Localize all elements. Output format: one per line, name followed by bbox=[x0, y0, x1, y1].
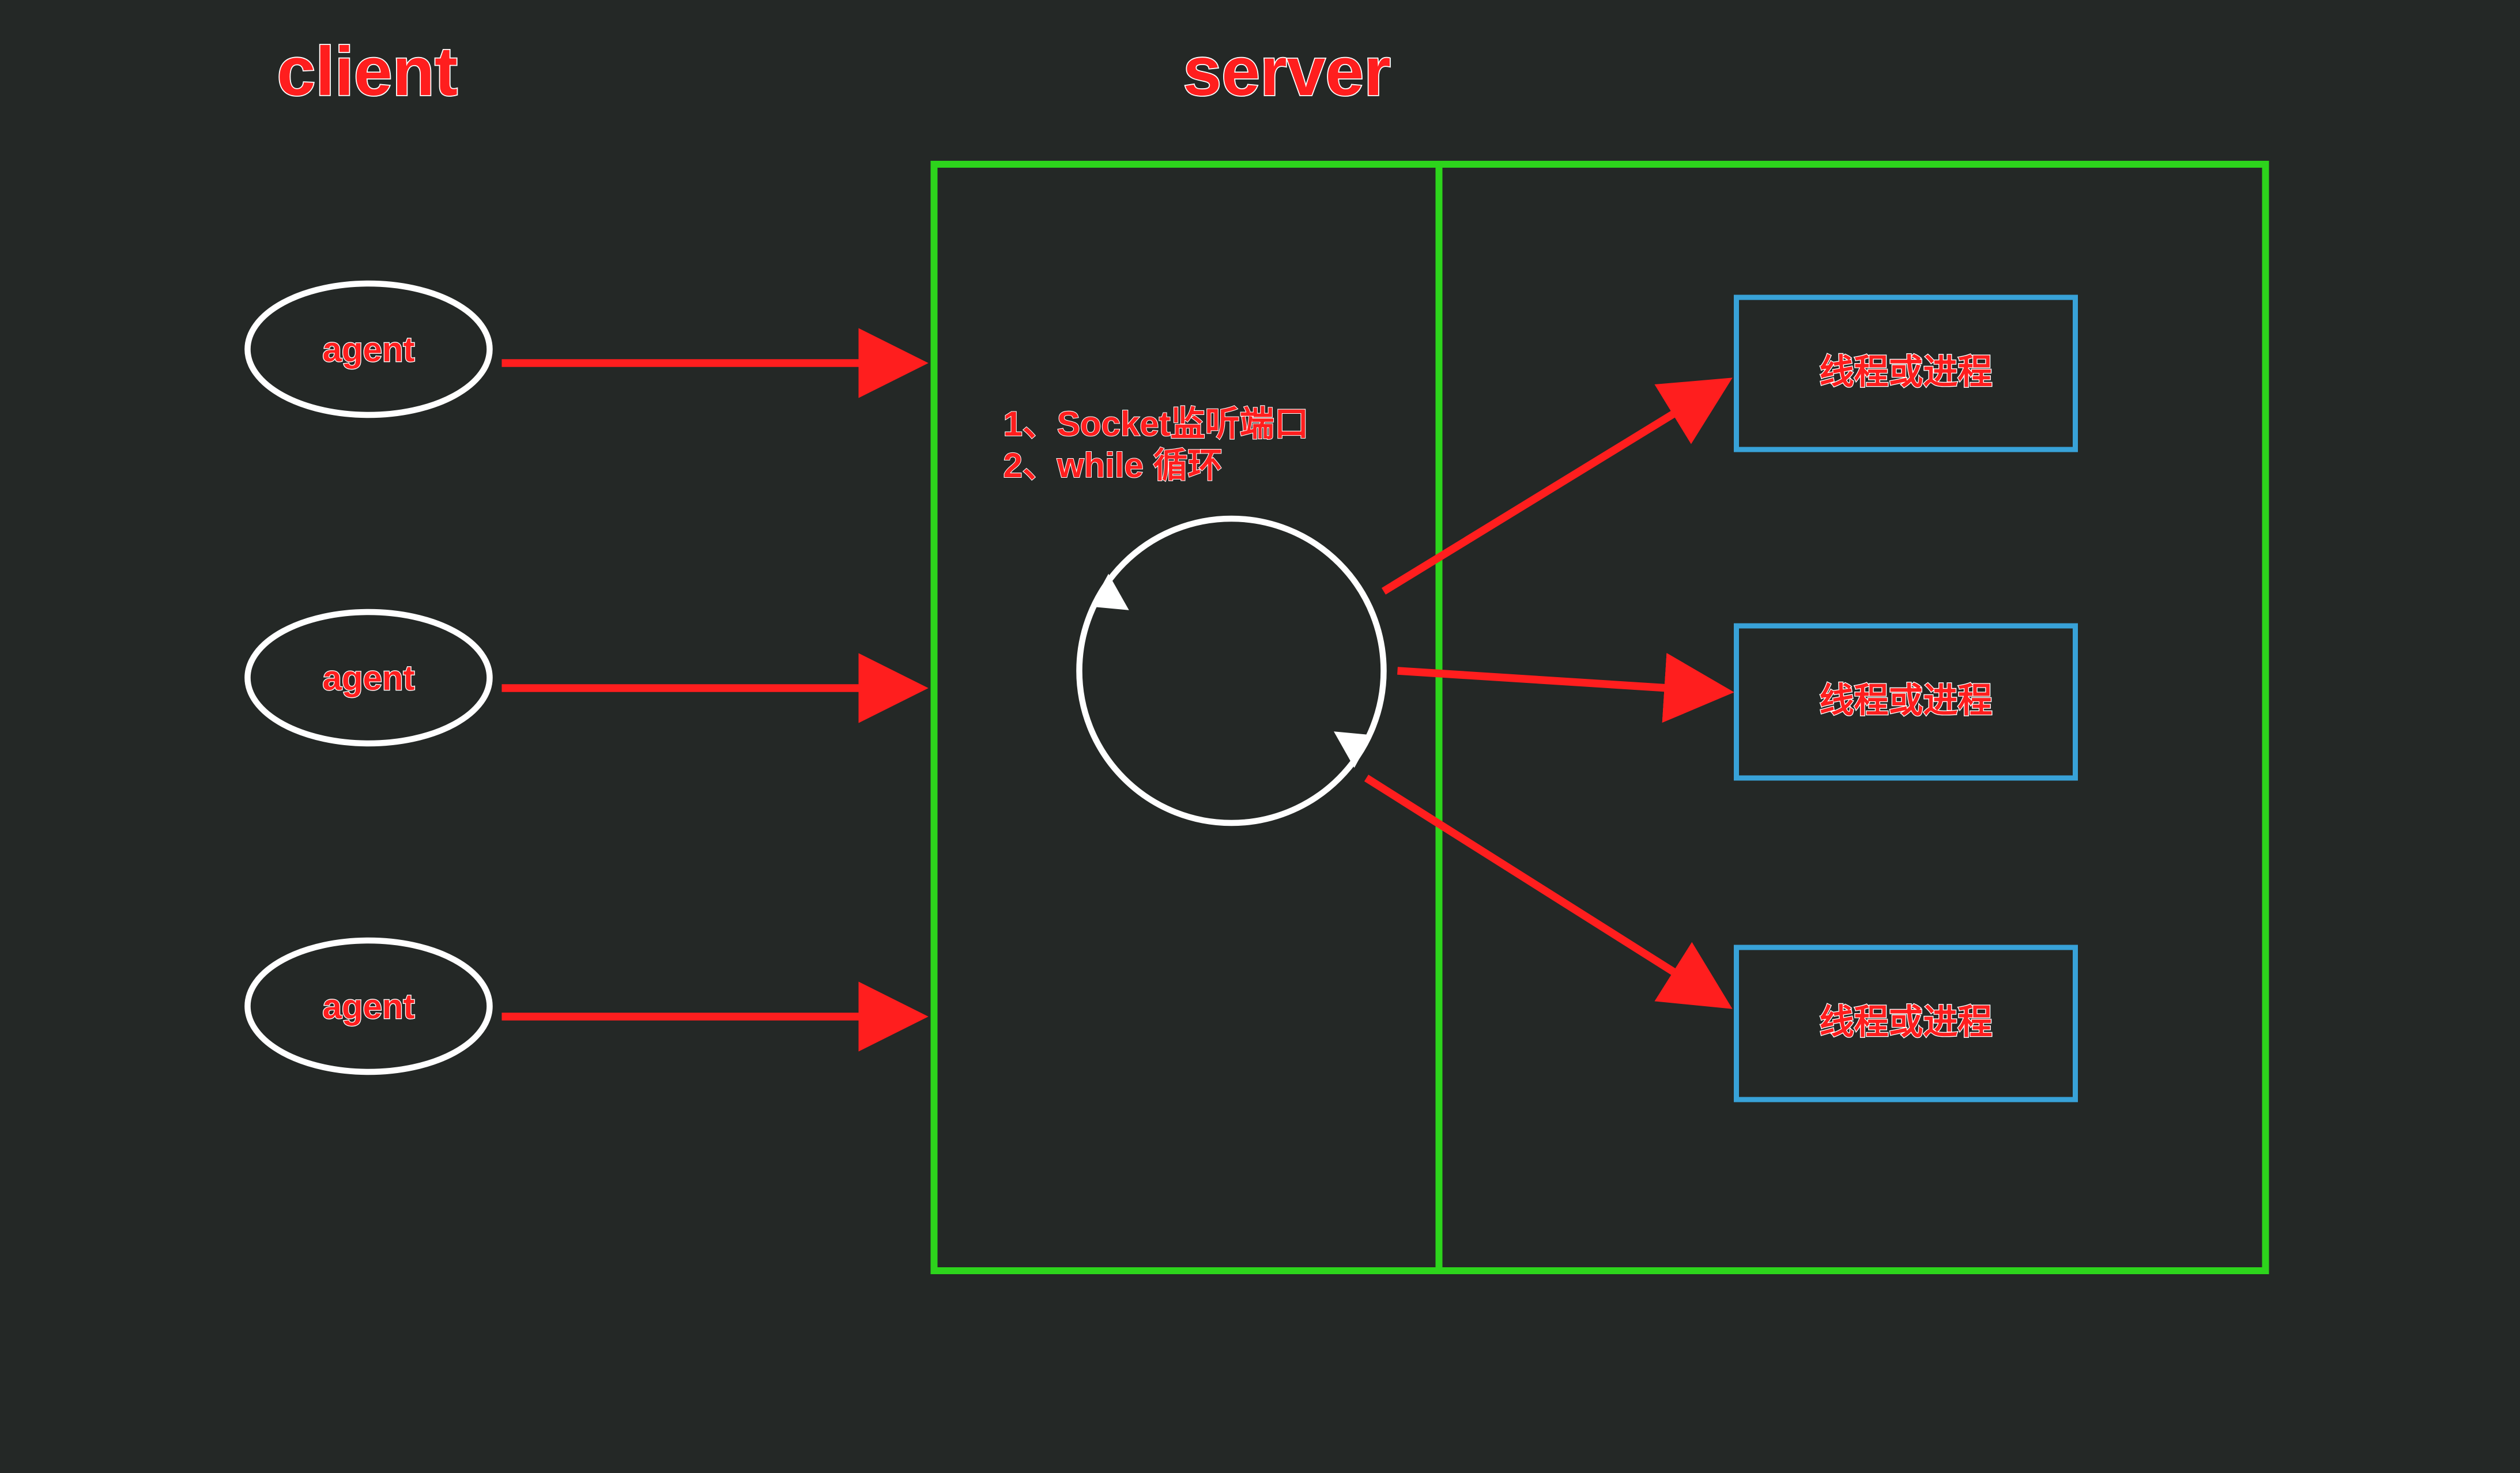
server-title: server bbox=[1183, 33, 1391, 110]
agent-3: agent bbox=[248, 941, 490, 1072]
worker-2: 线程或进程 bbox=[1737, 626, 2076, 778]
agent-3-label: agent bbox=[322, 987, 414, 1026]
client-title: client bbox=[277, 33, 458, 110]
arrow-loop-worker1 bbox=[1384, 384, 1723, 591]
agent-2-label: agent bbox=[322, 659, 414, 697]
agent-1: agent bbox=[248, 284, 490, 415]
worker-3: 线程或进程 bbox=[1737, 947, 2076, 1100]
arrow-loop-worker2 bbox=[1398, 671, 1723, 692]
worker-3-label: 线程或进程 bbox=[1820, 1003, 1993, 1041]
arrow-loop-worker3 bbox=[1367, 778, 1723, 1003]
worker-1: 线程或进程 bbox=[1737, 297, 2076, 450]
worker-2-label: 线程或进程 bbox=[1820, 681, 1993, 720]
loop-circle bbox=[1080, 519, 1384, 823]
worker-1-label: 线程或进程 bbox=[1820, 353, 1993, 391]
loop-desc-line1: 1、Socket监听端口 bbox=[1004, 405, 1309, 443]
agent-2: agent bbox=[248, 612, 490, 743]
loop-desc-line2: 2、while 循环 bbox=[1004, 446, 1223, 485]
server-container bbox=[934, 164, 2266, 1271]
agent-1-label: agent bbox=[322, 330, 414, 369]
